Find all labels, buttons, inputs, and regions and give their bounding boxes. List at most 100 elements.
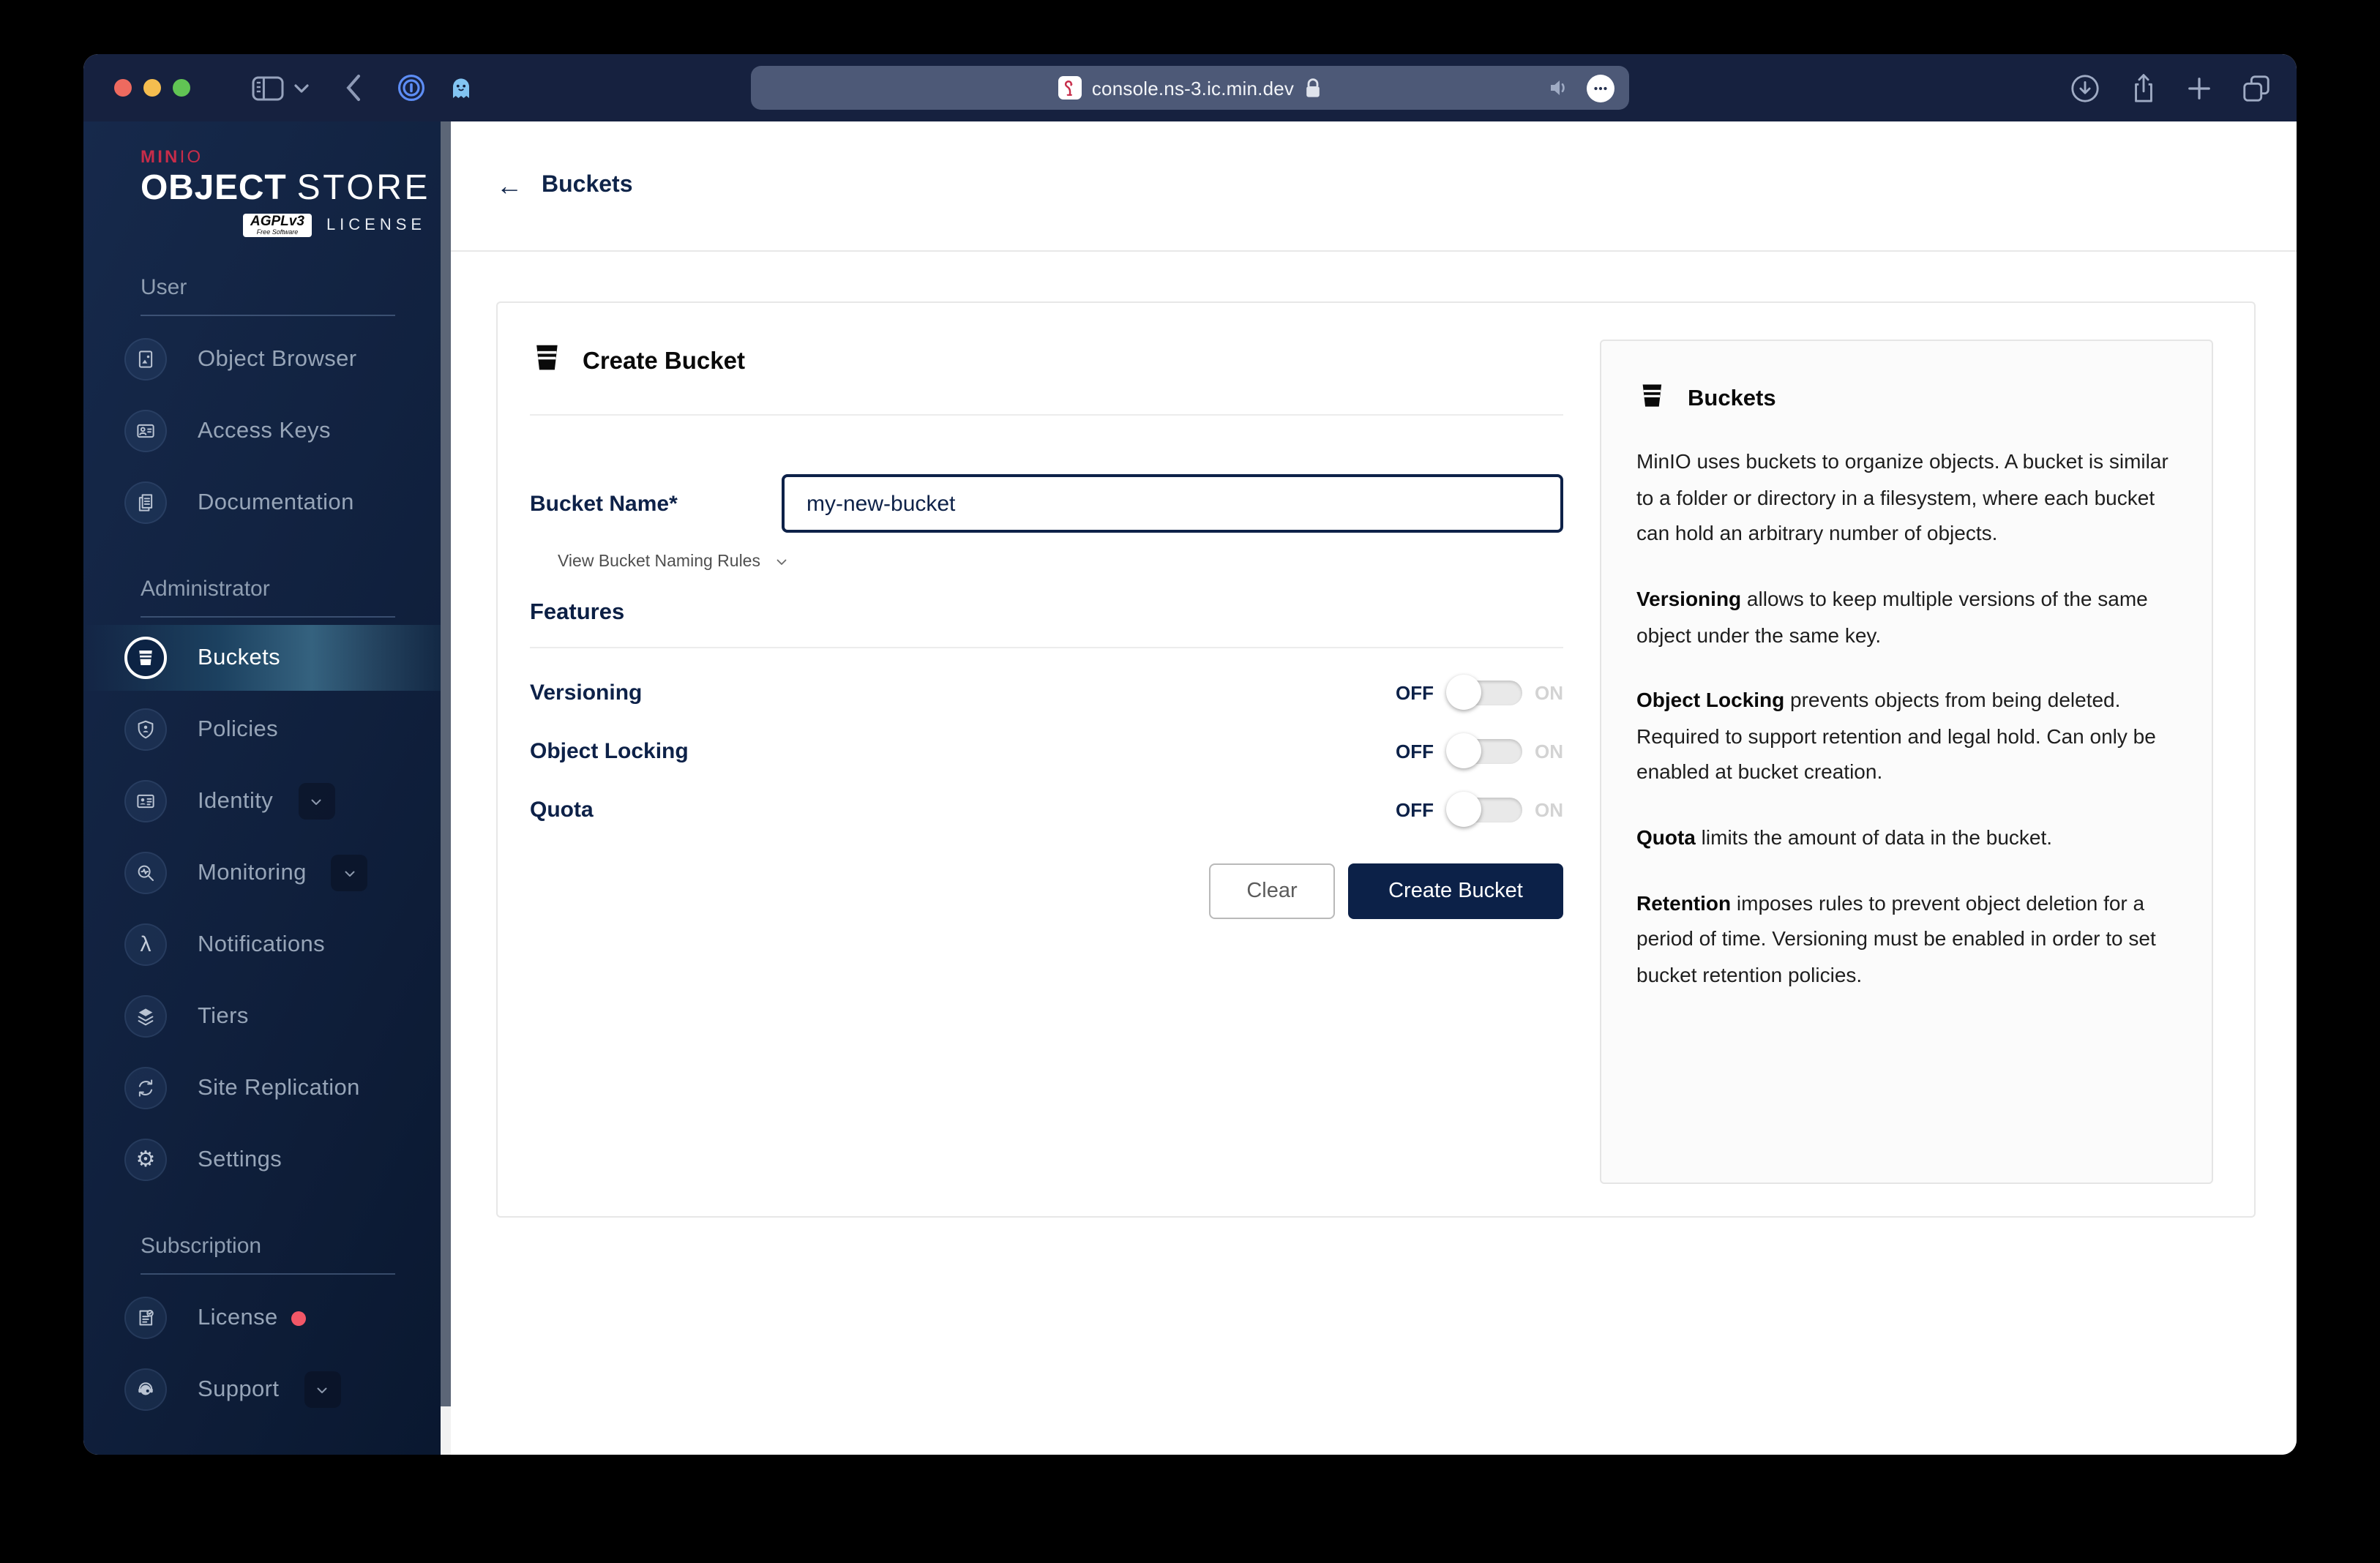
- section-divider: [141, 616, 395, 618]
- sidebar-item-buckets[interactable]: Buckets: [83, 625, 441, 691]
- site-replication-icon: [124, 1067, 167, 1109]
- sidebar-item-settings[interactable]: ⚙ Settings: [83, 1124, 441, 1196]
- toggle-on-label: ON: [1535, 740, 1563, 762]
- scrollbar-thumb[interactable]: [441, 121, 451, 1406]
- naming-rules-label: View Bucket Naming Rules: [558, 553, 760, 571]
- sidebar-scrollbar[interactable]: [441, 121, 451, 1455]
- address-bar[interactable]: console.ns-3.ic.min.dev: [751, 66, 1629, 110]
- tiers-icon: [124, 995, 167, 1038]
- sidebar-item-label: Policies: [198, 716, 279, 741]
- info-paragraph: Retention imposes rules to prevent objec…: [1636, 891, 2156, 986]
- license-row: AGPLv3 Free Software LICENSE: [243, 214, 441, 237]
- info-paragraph: Versioning allows to keep multiple versi…: [1636, 586, 2148, 646]
- buckets-icon: [124, 637, 167, 679]
- settings-icon: ⚙: [124, 1139, 167, 1181]
- sidebar-item-label: Object Browser: [198, 346, 357, 371]
- sidebar-item-policies[interactable]: Policies: [83, 694, 441, 765]
- ghostery-extension-icon[interactable]: [448, 75, 474, 101]
- bucket-icon: [1639, 382, 1664, 417]
- sidebar-toggle-icon[interactable]: [252, 75, 284, 100]
- quota-toggle[interactable]: [1445, 792, 1522, 827]
- sidebar-item-monitoring[interactable]: Monitoring: [83, 837, 441, 909]
- form-title: Create Bucket: [583, 348, 745, 374]
- sidebar-item-label: Identity: [198, 788, 274, 813]
- page-title[interactable]: Buckets: [542, 173, 633, 199]
- versioning-toggle[interactable]: [1445, 675, 1522, 710]
- sidebar-item-identity[interactable]: Identity: [83, 765, 441, 837]
- object-store-title: OBJECT STORE: [141, 168, 431, 208]
- minio-favicon: [1058, 76, 1082, 100]
- back-arrow[interactable]: ←: [496, 170, 523, 201]
- identity-icon: [124, 780, 167, 822]
- new-tab-icon[interactable]: [2187, 75, 2212, 100]
- tab-overview-icon[interactable]: [2241, 72, 2272, 103]
- naming-rules-expander[interactable]: View Bucket Naming Rules: [558, 553, 1563, 571]
- sidebar-item-label: Notifications: [198, 932, 326, 956]
- sidebar-item-support[interactable]: Support: [83, 1354, 441, 1425]
- info-paragraph: Quota limits the amount of data in the b…: [1636, 825, 2053, 849]
- sidebar-item-tiers[interactable]: Tiers: [83, 981, 441, 1052]
- bucket-name-input[interactable]: [782, 474, 1563, 533]
- notifications-icon: λ: [124, 923, 167, 966]
- sidebar: MINIO OBJECT STORE AGPLv3 Free Software …: [83, 121, 441, 1455]
- sidebar-item-label: Monitoring: [198, 860, 307, 885]
- buckets-info-panel: Buckets MinIO uses buckets to organize o…: [1600, 340, 2213, 1184]
- sidebar-item-documentation[interactable]: Documentation: [83, 467, 441, 539]
- create-bucket-card: Create Bucket Bucket Name* View Bucket N…: [496, 301, 2256, 1218]
- object-locking-toggle[interactable]: [1445, 733, 1522, 768]
- sidebar-item-label: License: [198, 1305, 278, 1330]
- clear-button[interactable]: Clear: [1209, 863, 1335, 919]
- divider: [530, 414, 1563, 416]
- sidebar-section-label-user: User: [141, 275, 187, 300]
- sidebar-item-site-replication[interactable]: Site Replication: [83, 1052, 441, 1124]
- sidebar-section-label-administrator: Administrator: [141, 577, 270, 601]
- agpl-badge: AGPLv3 Free Software: [243, 214, 312, 237]
- bucket-name-label: Bucket Name*: [530, 491, 678, 516]
- toggle-knob: [1445, 733, 1481, 768]
- screenshot-stage: console.ns-3.ic.min.dev MINIO OBJECT STO…: [0, 0, 2380, 1563]
- toggle-on-label: ON: [1535, 798, 1563, 820]
- back-button-icon[interactable]: [344, 73, 362, 102]
- access-keys-icon: [124, 410, 167, 452]
- feature-label: Object Locking: [530, 738, 689, 763]
- sidebar-item-partial[interactable]: [83, 1440, 441, 1455]
- minimize-window-button[interactable]: [143, 79, 161, 97]
- page-header: ← Buckets: [451, 121, 2297, 252]
- sidebar-section-label-subscription: Subscription: [141, 1234, 262, 1259]
- chevron-down-icon[interactable]: [298, 783, 335, 820]
- sidebar-item-license[interactable]: License: [83, 1282, 441, 1354]
- feature-row-quota: Quota OFF ON: [530, 780, 1563, 839]
- documentation-icon: [124, 481, 167, 524]
- info-paragraph: MinIO uses buckets to organize objects. …: [1636, 449, 2168, 545]
- browser-window: console.ns-3.ic.min.dev MINIO OBJECT STO…: [83, 54, 2297, 1455]
- info-paragraphs: MinIO uses buckets to organize objects. …: [1636, 443, 2177, 993]
- page-body: Create Bucket Bucket Name* View Bucket N…: [451, 252, 2297, 1455]
- close-window-button[interactable]: [114, 79, 132, 97]
- section-divider: [141, 1273, 395, 1275]
- downloads-icon[interactable]: [2070, 72, 2100, 103]
- feature-row-object-locking: Object Locking OFF ON: [530, 721, 1563, 780]
- create-bucket-button[interactable]: Create Bucket: [1348, 863, 1563, 919]
- sidebar-item-notifications[interactable]: λ Notifications: [83, 909, 441, 981]
- audio-mute-icon[interactable]: [1549, 78, 1572, 98]
- info-panel-title: Buckets: [1688, 386, 1776, 411]
- license-icon: [124, 1297, 167, 1339]
- chevron-down-icon[interactable]: [331, 855, 368, 891]
- zoom-window-button[interactable]: [173, 79, 190, 97]
- share-icon[interactable]: [2130, 71, 2158, 105]
- sidebar-chevron-icon[interactable]: [294, 83, 309, 93]
- onepassword-extension-icon[interactable]: [397, 73, 426, 102]
- license-status-dot: [291, 1311, 306, 1325]
- toggle-off-label: OFF: [1396, 681, 1434, 703]
- sidebar-item-object-browser[interactable]: Object Browser: [83, 323, 441, 395]
- feature-label: Quota: [530, 797, 594, 822]
- traffic-lights: [83, 79, 190, 97]
- sidebar-item-label: Tiers: [198, 1003, 249, 1028]
- feature-toggles: Versioning OFF ON Object Locking OFF ON Quota O…: [530, 648, 1563, 839]
- policies-icon: [124, 708, 167, 751]
- section-divider: [141, 315, 395, 316]
- sidebar-item-access-keys[interactable]: Access Keys: [83, 395, 441, 467]
- reader-options-button[interactable]: [1587, 74, 1614, 102]
- create-bucket-form: Create Bucket Bucket Name* View Bucket N…: [530, 331, 1563, 1181]
- chevron-down-icon[interactable]: [304, 1371, 341, 1408]
